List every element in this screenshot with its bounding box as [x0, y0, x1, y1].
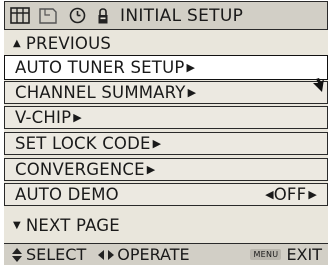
footer-help-bar: SELECT OPERATE MENU EXIT — [4, 243, 328, 265]
menu-item-label: SET LOCK CODE — [15, 134, 151, 153]
select-label: SELECT — [26, 245, 87, 264]
up-down-arrows-icon — [12, 247, 22, 262]
menu-item-set-lock-code[interactable]: SET LOCK CODE ▶ — [4, 132, 328, 155]
next-page-button[interactable]: ▼ NEXT PAGE — [4, 211, 328, 239]
submenu-arrow-icon: ▶ — [146, 163, 156, 176]
left-right-arrows-icon — [98, 249, 115, 260]
clock-icon[interactable] — [67, 5, 87, 27]
menu-item-label: AUTO DEMO — [15, 185, 119, 204]
menu-key-icon: MENU — [250, 249, 282, 260]
menu-item-convergence[interactable]: CONVERGENCE ▶ — [4, 158, 328, 181]
down-triangle-icon: ▼ — [13, 219, 21, 231]
lock-icon[interactable] — [95, 5, 111, 27]
exit-label: EXIT — [286, 245, 322, 264]
operate-label: OPERATE — [117, 245, 190, 264]
operate-hint: OPERATE — [98, 245, 190, 264]
menu-item-label: V-CHIP — [15, 108, 72, 127]
submenu-arrow-icon: ▶ — [186, 61, 196, 74]
submenu-arrow-icon: ▶ — [152, 137, 162, 150]
auto-demo-value-text: OFF — [273, 185, 307, 204]
menu-item-label: CONVERGENCE — [15, 160, 145, 179]
menu-item-auto-tuner-setup[interactable]: AUTO TUNER SETUP ▶ — [4, 55, 328, 80]
exit-hint: MENU EXIT — [250, 245, 322, 264]
previous-label: PREVIOUS — [25, 33, 112, 53]
auto-demo-value[interactable]: ◀ OFF ▶ — [265, 184, 317, 205]
value-left-arrow-icon: ◀ — [265, 188, 274, 201]
submenu-arrow-icon: ▶ — [187, 86, 197, 99]
next-page-label: NEXT PAGE — [25, 215, 120, 235]
menu-item-channel-summary[interactable]: CHANNEL SUMMARY ▶ — [4, 81, 328, 104]
menu-item-v-chip[interactable]: V-CHIP ▶ — [4, 106, 328, 129]
grid-icon[interactable] — [9, 5, 31, 27]
menu-item-auto-demo[interactable]: AUTO DEMO ◀ OFF ▶ — [4, 183, 328, 206]
menu-item-label: CHANNEL SUMMARY — [15, 83, 186, 102]
value-right-arrow-icon: ▶ — [308, 188, 317, 201]
page-icon[interactable] — [37, 5, 59, 27]
select-hint: SELECT — [12, 245, 86, 264]
pointer-cursor-icon — [313, 78, 324, 92]
up-triangle-icon: ▲ — [13, 37, 21, 49]
title-bar: INITIAL SETUP — [4, 1, 328, 30]
setup-menu-panel: INITIAL SETUP ▲ PREVIOUS AUTO TUNER SETU… — [4, 1, 328, 265]
previous-page-button[interactable]: ▲ PREVIOUS — [4, 31, 328, 55]
submenu-arrow-icon: ▶ — [73, 111, 82, 124]
menu-item-label: AUTO TUNER SETUP — [15, 58, 185, 77]
page-title: INITIAL SETUP — [120, 5, 244, 26]
